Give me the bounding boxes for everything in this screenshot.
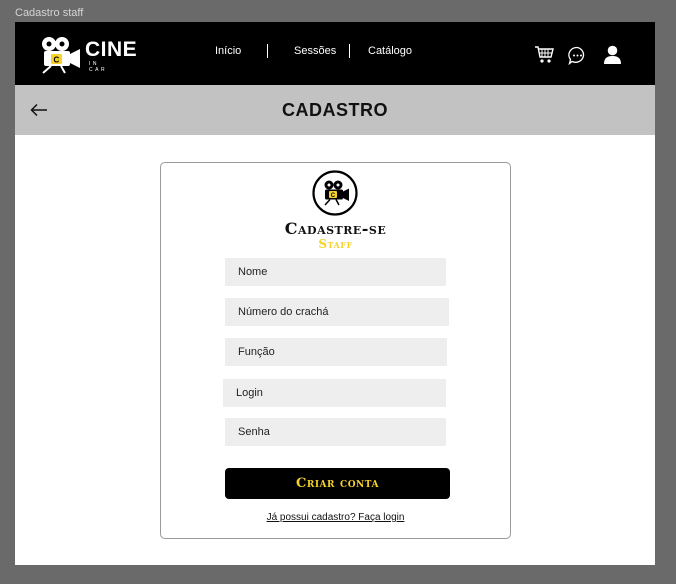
- film-camera-icon: C: [42, 37, 80, 74]
- svg-text:C: C: [331, 193, 336, 199]
- user-icon[interactable]: [603, 45, 622, 69]
- role-field[interactable]: [225, 338, 447, 366]
- page-title: CADASTRO: [282, 100, 388, 120]
- password-field[interactable]: [225, 418, 446, 446]
- nav-divider: [349, 44, 350, 58]
- top-navbar: C CINE IN CAR Início Sessões Catálogo: [15, 22, 655, 85]
- nav-link-inicio[interactable]: Início: [215, 45, 241, 57]
- nav-link-catalogo[interactable]: Catálogo: [368, 45, 412, 57]
- form-title: Cadastre-se: [284, 219, 387, 238]
- login-link[interactable]: Já possui cadastro? Faça login: [161, 512, 510, 523]
- svg-text:C: C: [54, 56, 60, 65]
- signup-card: C Cadastre-se Staff Criar conta Já possu…: [160, 162, 511, 539]
- chat-icon[interactable]: [568, 46, 587, 70]
- app-frame: C CINE IN CAR Início Sessões Catálogo CA…: [15, 22, 655, 565]
- name-field[interactable]: [225, 258, 446, 286]
- film-camera-icon: C: [312, 170, 358, 221]
- login-field[interactable]: [223, 379, 446, 407]
- cart-icon[interactable]: [534, 45, 554, 69]
- nav-divider: [267, 44, 268, 58]
- brand-name: CINE: [85, 38, 138, 61]
- page-header: CADASTRO: [15, 85, 655, 135]
- brand-tagline: IN CAR: [89, 61, 108, 73]
- frame-label: Cadastro staff: [15, 7, 84, 19]
- create-account-button[interactable]: Criar conta: [225, 468, 450, 499]
- badge-number-field[interactable]: [225, 298, 449, 326]
- form-subtitle: Staff: [318, 237, 353, 251]
- nav-link-sessoes[interactable]: Sessões: [294, 45, 336, 57]
